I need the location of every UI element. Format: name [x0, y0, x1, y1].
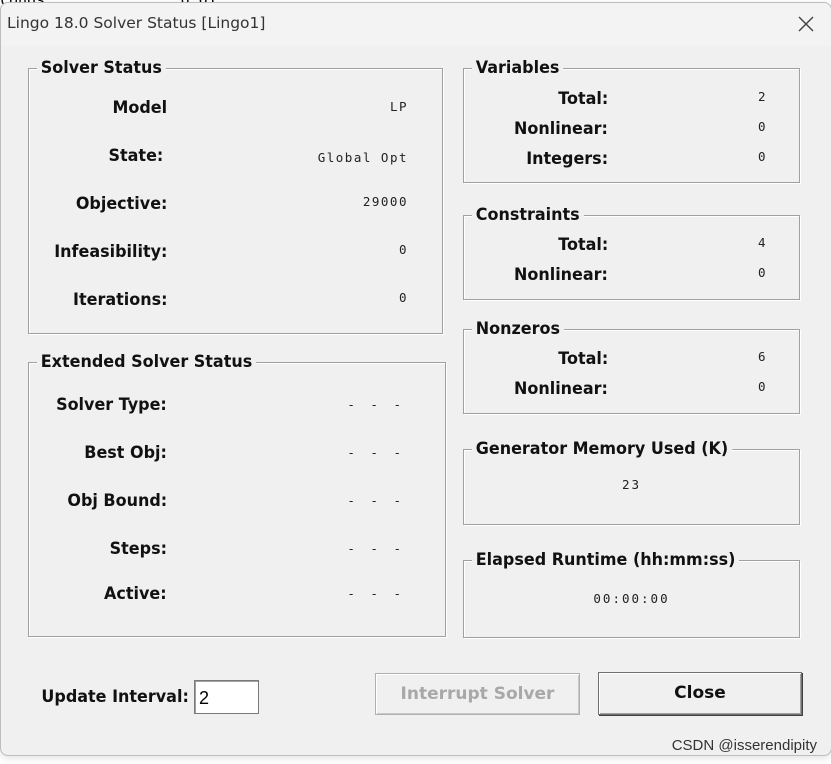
constraints-nonlinear-value: 0 — [757, 265, 767, 280]
variables-total-value: 2 — [757, 89, 767, 104]
constraints-total-value: 4 — [757, 235, 767, 250]
screen: conds: 0.01 Lingo 18.0 Solver Status [Li… — [0, 0, 831, 764]
close-x-icon[interactable] — [795, 13, 817, 35]
active-label: Active: — [104, 584, 167, 604]
title-bar: Lingo 18.0 Solver Status [Lingo1] — [1, 3, 831, 46]
objective-label: Objective: — [75, 194, 167, 214]
iterations-value: 0 — [398, 290, 408, 305]
obj-bound-label: Obj Bound: — [67, 491, 167, 511]
nonzeros-group: Nonzeros Total: 6 Nonlinear: 0 — [463, 319, 800, 414]
solver-status-group: Solver Status Model LP State: Global Opt… — [28, 58, 443, 334]
watermark-text: CSDN @isserendipity — [671, 737, 817, 754]
constraints-nonlinear-label: Nonlinear: — [514, 265, 608, 285]
active-value: - - - — [347, 586, 405, 601]
variables-nonlinear-label: Nonlinear: — [514, 119, 608, 139]
nonzeros-legend: Nonzeros — [472, 319, 564, 339]
elapsed-runtime-value: 00:00:00 — [593, 591, 670, 606]
nonzeros-nonlinear-value: 0 — [757, 379, 767, 394]
variables-integers-value: 0 — [757, 149, 767, 164]
infeasibility-value: 0 — [398, 242, 408, 257]
elapsed-runtime-group: Elapsed Runtime (hh:mm:ss) 00:00:00 — [463, 550, 800, 638]
steps-value: - - - — [347, 541, 405, 556]
infeasibility-label: Infeasibility: — [53, 242, 167, 262]
iterations-label: Iterations: — [72, 290, 167, 310]
close-button[interactable]: Close — [598, 672, 802, 715]
update-interval-input[interactable] — [194, 680, 259, 714]
objective-value: 29000 — [362, 194, 408, 209]
generator-memory-legend: Generator Memory Used (K) — [472, 439, 732, 459]
best-obj-value: - - - — [347, 445, 405, 460]
update-interval-label: Update Interval: — [41, 687, 189, 707]
steps-label: Steps: — [109, 539, 167, 559]
nonzeros-total-label: Total: — [557, 349, 608, 369]
model-label: Model — [112, 98, 167, 118]
window-title: Lingo 18.0 Solver Status [Lingo1] — [7, 14, 266, 32]
best-obj-label: Best Obj: — [84, 443, 167, 463]
elapsed-runtime-legend: Elapsed Runtime (hh:mm:ss) — [472, 550, 740, 570]
extended-status-legend: Extended Solver Status — [37, 352, 257, 372]
state-label: State: — [108, 146, 163, 166]
model-value: LP — [389, 99, 408, 114]
extended-solver-status-group: Extended Solver Status Solver Type: - - … — [28, 352, 446, 637]
variables-integers-label: Integers: — [526, 149, 608, 169]
variables-group: Variables Total: 2 Nonlinear: 0 Integers… — [463, 58, 800, 183]
solver-type-label: Solver Type: — [56, 395, 167, 415]
constraints-total-label: Total: — [557, 235, 608, 255]
solver-status-dialog: Lingo 18.0 Solver Status [Lingo1] Solver… — [0, 2, 831, 756]
variables-total-label: Total: — [557, 89, 608, 109]
generator-memory-group: Generator Memory Used (K) 23 — [463, 439, 800, 525]
variables-nonlinear-value: 0 — [757, 119, 767, 134]
solver-type-value: - - - — [347, 397, 405, 412]
solver-status-legend: Solver Status — [37, 58, 166, 78]
nonzeros-nonlinear-label: Nonlinear: — [514, 379, 608, 399]
constraints-group: Constraints Total: 4 Nonlinear: 0 — [463, 205, 800, 300]
variables-legend: Variables — [472, 58, 564, 78]
interrupt-solver-button[interactable]: Interrupt Solver — [375, 673, 580, 715]
generator-memory-value: 23 — [621, 477, 642, 492]
nonzeros-total-value: 6 — [757, 349, 767, 364]
constraints-legend: Constraints — [472, 205, 584, 225]
state-value: Global Opt — [317, 150, 408, 165]
obj-bound-value: - - - — [347, 493, 405, 508]
